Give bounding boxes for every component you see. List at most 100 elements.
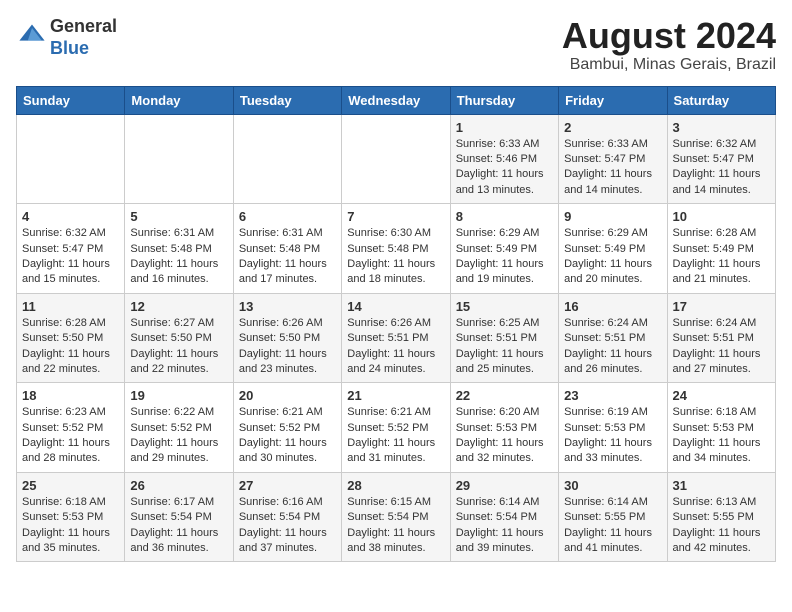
- day-info: Sunrise: 6:14 AM: [456, 495, 553, 510]
- day-number: 29: [456, 478, 553, 493]
- day-number: 28: [347, 478, 444, 493]
- day-info: Daylight: 11 hours and 16 minutes.: [130, 257, 227, 288]
- day-info: Sunrise: 6:26 AM: [347, 316, 444, 331]
- header-cell-monday: Monday: [125, 86, 233, 114]
- day-cell: 10Sunrise: 6:28 AMSunset: 5:49 PMDayligh…: [667, 204, 775, 294]
- day-number: 15: [456, 299, 553, 314]
- day-info: Sunset: 5:55 PM: [673, 510, 770, 525]
- day-info: Sunrise: 6:31 AM: [130, 226, 227, 241]
- day-number: 6: [239, 209, 336, 224]
- day-number: 18: [22, 388, 119, 403]
- day-info: Sunset: 5:51 PM: [673, 331, 770, 346]
- day-info: Sunrise: 6:14 AM: [564, 495, 661, 510]
- day-cell: 16Sunrise: 6:24 AMSunset: 5:51 PMDayligh…: [559, 293, 667, 383]
- day-cell: 2Sunrise: 6:33 AMSunset: 5:47 PMDaylight…: [559, 114, 667, 204]
- day-cell: 20Sunrise: 6:21 AMSunset: 5:52 PMDayligh…: [233, 383, 341, 473]
- day-info: Daylight: 11 hours and 37 minutes.: [239, 526, 336, 557]
- day-number: 12: [130, 299, 227, 314]
- logo-blue: Blue: [50, 38, 89, 58]
- day-info: Daylight: 11 hours and 41 minutes.: [564, 526, 661, 557]
- day-number: 26: [130, 478, 227, 493]
- day-cell: 12 Sunrise: 6:27 AMSunset: 5:50 PMDayligh…: [125, 293, 233, 383]
- day-info: Daylight: 11 hours and 32 minutes.: [456, 436, 553, 467]
- day-cell: 18Sunrise: 6:23 AMSunset: 5:52 PMDayligh…: [17, 383, 125, 473]
- day-info: Sunrise: 6:13 AM: [673, 495, 770, 510]
- day-info: Sunset: 5:52 PM: [22, 421, 119, 436]
- calendar-subtitle: Bambui, Minas Gerais, Brazil: [562, 56, 776, 74]
- day-cell: 31Sunrise: 6:13 AMSunset: 5:55 PMDayligh…: [667, 472, 775, 562]
- day-info: Sunrise: 6:32 AM: [673, 137, 770, 152]
- day-cell: 23Sunrise: 6:19 AMSunset: 5:53 PMDayligh…: [559, 383, 667, 473]
- day-info: Sunrise: 6:19 AM: [564, 405, 661, 420]
- day-info: Sunrise: 6:28 AM: [673, 226, 770, 241]
- day-info: Sunrise: 6:23 AM: [22, 405, 119, 420]
- day-cell: [17, 114, 125, 204]
- day-cell: 25Sunrise: 6:18 AMSunset: 5:53 PMDayligh…: [17, 472, 125, 562]
- day-number: 1: [456, 120, 553, 135]
- day-cell: 17 Sunrise: 6:24 AMSunset: 5:51 PMDayligh…: [667, 293, 775, 383]
- day-info: Sunset: 5:51 PM: [456, 331, 553, 346]
- day-info: Sunset: 5:52 PM: [239, 421, 336, 436]
- day-number: 7: [347, 209, 444, 224]
- day-info: Sunset: 5:48 PM: [130, 242, 227, 257]
- day-info: Sunrise: 6:27 AM: [130, 316, 227, 331]
- day-number: 17: [673, 299, 770, 314]
- day-info: Daylight: 11 hours and 17 minutes.: [239, 257, 336, 288]
- day-info: Sunset: 5:50 PM: [239, 331, 336, 346]
- day-cell: 5Sunrise: 6:31 AMSunset: 5:48 PMDaylight…: [125, 204, 233, 294]
- day-info: Daylight: 11 hours and 22 minutes.: [130, 347, 227, 378]
- day-info: Daylight: 11 hours and 42 minutes.: [673, 526, 770, 557]
- day-info: Sunrise: 6:18 AM: [22, 495, 119, 510]
- header-row: SundayMondayTuesdayWednesdayThursdayFrid…: [17, 86, 776, 114]
- day-info: Sunset: 5:53 PM: [456, 421, 553, 436]
- day-info: Sunrise: 6:29 AM: [456, 226, 553, 241]
- week-row-4: 18Sunrise: 6:23 AMSunset: 5:52 PMDayligh…: [17, 383, 776, 473]
- week-row-3: 11Sunrise: 6:28 AMSunset: 5:50 PMDayligh…: [17, 293, 776, 383]
- day-cell: 27Sunrise: 6:16 AMSunset: 5:54 PMDayligh…: [233, 472, 341, 562]
- week-row-2: 4Sunrise: 6:32 AMSunset: 5:47 PMDaylight…: [17, 204, 776, 294]
- day-number: 9: [564, 209, 661, 224]
- day-info: Sunset: 5:53 PM: [673, 421, 770, 436]
- logo-icon: [18, 21, 46, 49]
- title-block: August 2024 Bambui, Minas Gerais, Brazil: [562, 16, 776, 74]
- day-info: Daylight: 11 hours and 27 minutes.: [673, 347, 770, 378]
- day-cell: 24Sunrise: 6:18 AMSunset: 5:53 PMDayligh…: [667, 383, 775, 473]
- day-cell: 8Sunrise: 6:29 AMSunset: 5:49 PMDaylight…: [450, 204, 558, 294]
- header-cell-saturday: Saturday: [667, 86, 775, 114]
- day-info: Sunrise: 6:31 AM: [239, 226, 336, 241]
- day-number: 10: [673, 209, 770, 224]
- day-info: Sunrise: 6:32 AM: [22, 226, 119, 241]
- logo: General Blue: [16, 16, 117, 59]
- day-cell: 4Sunrise: 6:32 AMSunset: 5:47 PMDaylight…: [17, 204, 125, 294]
- day-info: Sunrise: 6:33 AM: [564, 137, 661, 152]
- day-number: 25: [22, 478, 119, 493]
- day-info: Sunrise: 6:18 AM: [673, 405, 770, 420]
- day-cell: 22Sunrise: 6:20 AMSunset: 5:53 PMDayligh…: [450, 383, 558, 473]
- day-number: 14: [347, 299, 444, 314]
- day-info: Sunset: 5:48 PM: [347, 242, 444, 257]
- day-cell: 30Sunrise: 6:14 AMSunset: 5:55 PMDayligh…: [559, 472, 667, 562]
- day-cell: 28Sunrise: 6:15 AMSunset: 5:54 PMDayligh…: [342, 472, 450, 562]
- day-cell: [342, 114, 450, 204]
- day-info: Sunset: 5:53 PM: [564, 421, 661, 436]
- header-cell-thursday: Thursday: [450, 86, 558, 114]
- day-info: Sunset: 5:47 PM: [564, 152, 661, 167]
- day-info: Sunset: 5:47 PM: [22, 242, 119, 257]
- day-info: Sunset: 5:46 PM: [456, 152, 553, 167]
- day-info: Daylight: 11 hours and 31 minutes.: [347, 436, 444, 467]
- day-info: Daylight: 11 hours and 23 minutes.: [239, 347, 336, 378]
- day-info: Sunset: 5:50 PM: [22, 331, 119, 346]
- day-info: Sunset: 5:50 PM: [130, 331, 227, 346]
- day-info: Sunrise: 6:29 AM: [564, 226, 661, 241]
- day-info: Sunrise: 6:24 AM: [564, 316, 661, 331]
- day-cell: 21Sunrise: 6:21 AMSunset: 5:52 PMDayligh…: [342, 383, 450, 473]
- day-info: Daylight: 11 hours and 26 minutes.: [564, 347, 661, 378]
- day-cell: 11Sunrise: 6:28 AMSunset: 5:50 PMDayligh…: [17, 293, 125, 383]
- day-info: Daylight: 11 hours and 15 minutes.: [22, 257, 119, 288]
- logo-general: General: [50, 16, 117, 36]
- day-cell: 9Sunrise: 6:29 AMSunset: 5:49 PMDaylight…: [559, 204, 667, 294]
- day-info: Sunrise: 6:24 AM: [673, 316, 770, 331]
- day-info: Daylight: 11 hours and 25 minutes.: [456, 347, 553, 378]
- page-container: General Blue August 2024 Bambui, Minas G…: [0, 0, 792, 572]
- day-info: Daylight: 11 hours and 14 minutes.: [673, 167, 770, 198]
